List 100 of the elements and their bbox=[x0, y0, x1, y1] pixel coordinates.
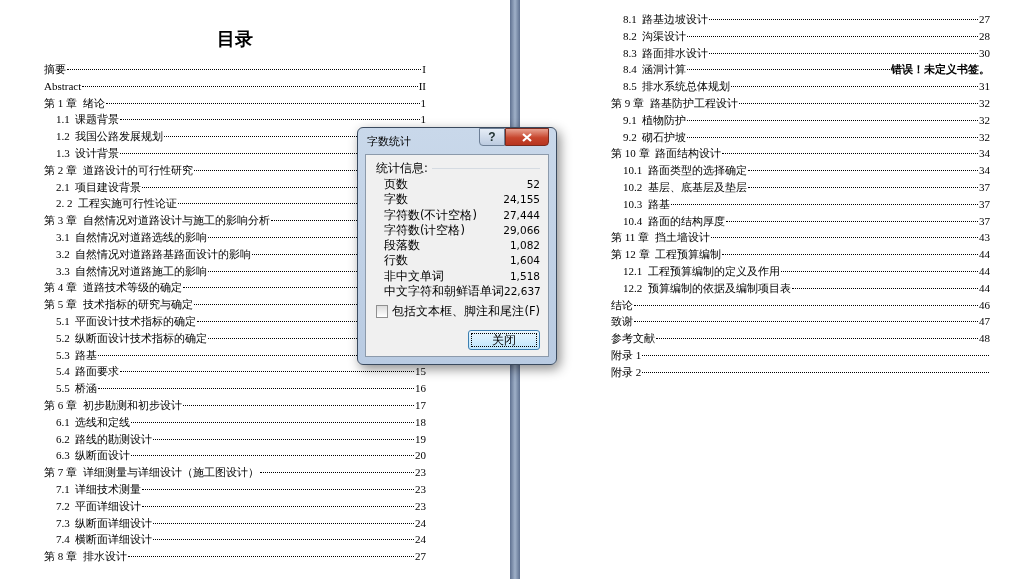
toc-entry[interactable]: 第 4 章 道路技术等级的确定 bbox=[44, 279, 182, 297]
toc-entry[interactable]: 5.3 路基 bbox=[56, 346, 98, 364]
checkbox[interactable] bbox=[376, 305, 389, 319]
page-number: 23 bbox=[415, 481, 426, 497]
page-number: 47 bbox=[979, 314, 990, 330]
page-number: 30 bbox=[979, 45, 990, 61]
group-label: 统计信息: bbox=[376, 161, 428, 176]
toc-entry[interactable]: 8.5 排水系统总体规划 bbox=[623, 78, 731, 95]
toc-entry[interactable]: 附录 2 bbox=[611, 363, 642, 381]
toc-entry[interactable]: 第 2 章 道路设计的可行性研究 bbox=[44, 161, 193, 179]
page-number: I bbox=[422, 62, 426, 77]
page-number: 44 bbox=[979, 247, 990, 263]
page-number: 1 bbox=[420, 95, 426, 111]
page-number: 24 bbox=[415, 515, 426, 531]
page-number: 32 bbox=[979, 129, 990, 145]
page-number: 19 bbox=[415, 431, 426, 447]
page-number: 46 bbox=[979, 297, 990, 313]
stat-value: 22,637 bbox=[504, 284, 541, 300]
toc-entry[interactable]: 第 7 章 详细测量与详细设计（施工图设计） bbox=[44, 464, 259, 481]
toc-entry[interactable]: 8.1 路基边坡设计 bbox=[623, 11, 709, 28]
toc-entry[interactable]: 1.3 设计背景 bbox=[56, 145, 120, 162]
toc-entry[interactable]: 第 5 章 技术指标的研究与确定 bbox=[44, 296, 193, 313]
stat-label: 段落数 bbox=[384, 238, 420, 254]
toc-entry[interactable]: 1.1 课题背景 bbox=[56, 111, 120, 129]
toc-entry[interactable]: 10.2 基层、底基层及垫层 bbox=[623, 178, 747, 196]
toc-entry[interactable]: 5.1 平面设计技术指标的确定 bbox=[56, 312, 197, 330]
page-number: 32 bbox=[979, 112, 990, 128]
checkbox-label: 包括文本框、脚注和尾注(F) bbox=[392, 304, 540, 320]
toc-entry[interactable]: 附录 1 bbox=[611, 346, 642, 364]
stat-label: 字符数(不计空格) bbox=[384, 207, 477, 223]
page-number: 23 bbox=[415, 465, 426, 481]
toc-entry[interactable]: 10.4 路面的结构厚度 bbox=[623, 212, 725, 230]
stat-value: 29,066 bbox=[503, 222, 540, 238]
page-number: 20 bbox=[415, 448, 426, 464]
page-number: 16 bbox=[415, 381, 426, 397]
page-number: 37 bbox=[979, 196, 990, 212]
stat-value: 24,155 bbox=[503, 192, 540, 208]
toc-entry[interactable]: 7.3 纵断面详细设计 bbox=[56, 514, 153, 532]
toc-entry[interactable]: 第 10 章 路面结构设计 bbox=[611, 145, 721, 163]
toc-entry[interactable]: 5.5 桥涵 bbox=[56, 380, 98, 397]
stat-value: 1,518 bbox=[509, 268, 540, 284]
page-number: 23 bbox=[415, 498, 426, 514]
toc-entry[interactable]: 12.2 预算编制的依据及编制项目表 bbox=[623, 279, 791, 297]
help-button[interactable]: ? bbox=[479, 128, 505, 146]
toc-entry[interactable]: 第 8 章 排水设计 bbox=[44, 548, 127, 565]
stat-label: 字符数(计空格) bbox=[384, 222, 465, 239]
toc-entry[interactable]: 5.4 路面要求 bbox=[56, 363, 120, 381]
toc-entry[interactable]: 第 3 章 自然情况对道路设计与施工的影响分析 bbox=[44, 212, 270, 229]
toc-entry[interactable]: 第 11 章 挡土墙设计 bbox=[611, 229, 710, 247]
toc-entry[interactable]: 摘要 bbox=[44, 61, 66, 78]
toc-title: 目录 bbox=[216, 28, 254, 50]
toc-entry[interactable]: 3.1 自然情况对道路选线的影响 bbox=[56, 228, 208, 246]
page-number: 15 bbox=[415, 364, 426, 380]
toc-entry[interactable]: 致谢 bbox=[611, 313, 633, 331]
stat-label: 非中文单词 bbox=[384, 268, 444, 285]
toc-entry[interactable]: 7.2 平面详细设计 bbox=[56, 497, 142, 515]
toc-entry[interactable]: 5.2 纵断面设计技术指标的确定 bbox=[56, 329, 208, 347]
toc-entry[interactable]: 第 9 章 路基防护工程设计 bbox=[611, 95, 738, 112]
toc-entry[interactable]: 8.2 沟渠设计 bbox=[623, 27, 687, 45]
toc-entry[interactable]: 1.2 我国公路发展规划 bbox=[56, 128, 164, 145]
toc-entry[interactable]: 9.2 砌石护坡 bbox=[623, 128, 687, 146]
page-number: 27 bbox=[979, 12, 990, 27]
toc-entry[interactable]: 2.1 项目建设背景 bbox=[56, 178, 142, 196]
toc-entry[interactable]: 第 6 章 初步勘测和初步设计 bbox=[44, 396, 182, 414]
toc-entry[interactable]: 10.3 路基 bbox=[623, 195, 670, 213]
stat-value: 52 bbox=[526, 177, 540, 192]
stat-label: 页数 bbox=[384, 177, 408, 193]
toc-entry[interactable]: 7.4 横断面详细设计 bbox=[56, 531, 153, 549]
page-number: 1 bbox=[420, 112, 426, 128]
page-number: 32 bbox=[979, 96, 990, 111]
page-number: 28 bbox=[979, 28, 990, 44]
toc-entry[interactable]: 第 12 章 工程预算编制 bbox=[611, 246, 721, 263]
toc-entry[interactable]: 结论 bbox=[611, 296, 633, 314]
toc-entry[interactable]: 9.1 植物防护 bbox=[623, 111, 687, 129]
page-number: 37 bbox=[979, 179, 990, 195]
close-icon bbox=[522, 132, 532, 142]
page-number: 17 bbox=[415, 397, 426, 413]
toc-entry[interactable]: Abstract bbox=[44, 77, 82, 95]
page-number: 44 bbox=[979, 263, 990, 279]
stat-label: 中文字符和朝鲜语单词 bbox=[384, 284, 504, 300]
toc-entry[interactable]: 第 1 章 绪论 bbox=[44, 94, 105, 112]
toc-entry[interactable]: 3.3 自然情况对道路施工的影响 bbox=[56, 262, 208, 280]
toc-entry[interactable]: 6.1 选线和定线 bbox=[56, 413, 131, 431]
toc-entry[interactable]: 2. 2 工程实施可行性论证 bbox=[56, 195, 177, 213]
toc-entry[interactable]: 参考文献 bbox=[611, 330, 655, 347]
stat-value: 1,082 bbox=[509, 238, 540, 254]
close-dialog-button[interactable]: 关闭 bbox=[468, 330, 540, 350]
toc-entry[interactable]: 10.1 路面类型的选择确定 bbox=[623, 162, 747, 179]
toc-entry[interactable]: 7.1 详细技术测量 bbox=[56, 480, 142, 498]
close-button[interactable] bbox=[505, 128, 549, 146]
toc-entry[interactable]: 12.1 工程预算编制的定义及作用 bbox=[623, 262, 780, 280]
error-message: 错误！未定义书签。 bbox=[891, 62, 990, 79]
toc-entry[interactable]: 3.2 自然情况对道路路基路面设计的影响 bbox=[56, 245, 252, 263]
stat-value: 1,604 bbox=[509, 253, 540, 269]
stat-label: 行数 bbox=[384, 253, 408, 269]
toc-entry[interactable]: 8.3 路面排水设计 bbox=[623, 44, 709, 62]
toc-entry[interactable]: 6.2 路线的勘测设计 bbox=[56, 430, 153, 448]
toc-entry[interactable]: 8.4 涵洞计算 bbox=[623, 61, 687, 79]
dialog-title: 字数统计 bbox=[366, 133, 412, 149]
toc-entry[interactable]: 6.3 纵断面设计 bbox=[56, 447, 131, 465]
